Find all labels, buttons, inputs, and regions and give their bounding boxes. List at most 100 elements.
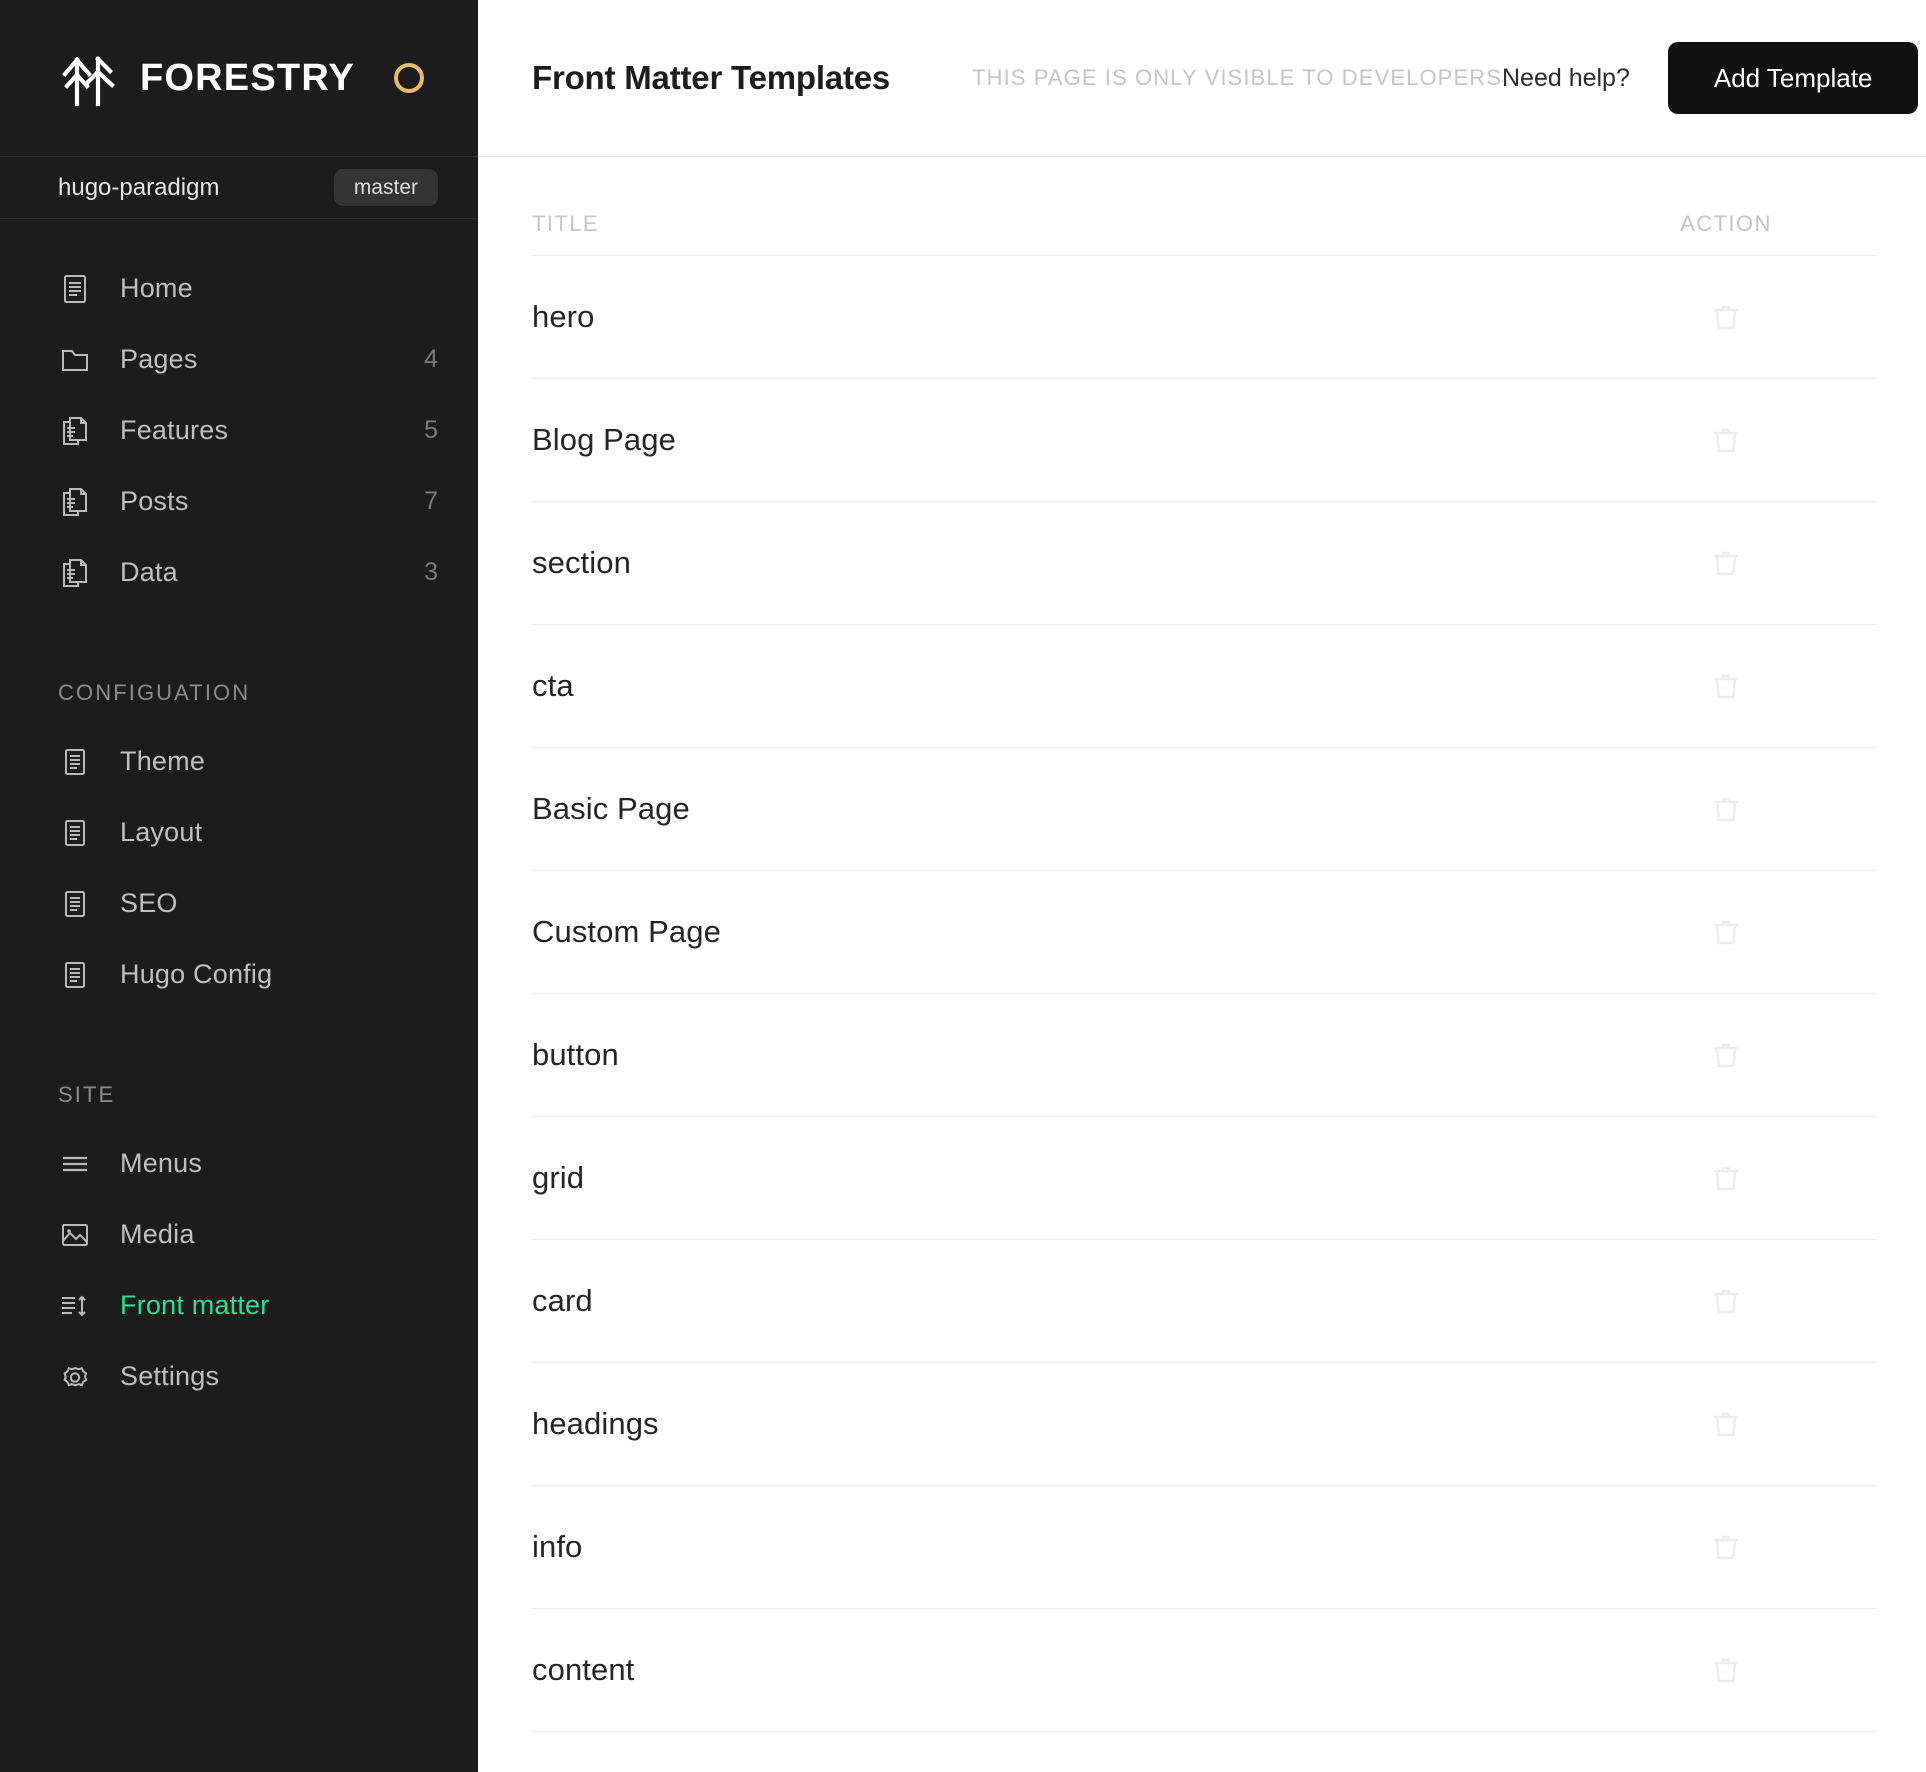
gear-icon bbox=[58, 1360, 92, 1394]
table-row[interactable]: hero bbox=[532, 255, 1876, 378]
brand-logo-link[interactable]: FORESTRY bbox=[58, 47, 392, 109]
table-row[interactable]: section bbox=[532, 501, 1876, 624]
template-title: section bbox=[532, 545, 631, 580]
sidebar-item-settings[interactable]: Settings bbox=[0, 1341, 478, 1412]
repo-name: hugo-paradigm bbox=[58, 173, 220, 201]
sidebar-item-label: Layout bbox=[120, 817, 203, 847]
sidebar-group-configuration-title: CONFIGUATION bbox=[58, 680, 251, 705]
sidebar-item-count: 7 bbox=[424, 487, 438, 515]
sidebar-item-label: Hugo Config bbox=[120, 959, 273, 989]
trash-icon[interactable] bbox=[1709, 915, 1743, 949]
table-row[interactable]: Custom Page bbox=[532, 870, 1876, 993]
template-title: button bbox=[532, 1037, 619, 1072]
main-content: Front Matter Templates THIS PAGE IS ONLY… bbox=[478, 0, 1926, 1772]
template-title: info bbox=[532, 1529, 583, 1564]
sidebar-item-label: Data bbox=[120, 557, 178, 587]
sidebar-item-front-matter[interactable]: Front matter bbox=[0, 1270, 478, 1341]
document-icon bbox=[58, 958, 92, 992]
page-title: Front Matter Templates bbox=[532, 59, 891, 96]
documents-stack-icon bbox=[58, 414, 92, 448]
sidebar-item-media[interactable]: Media bbox=[0, 1199, 478, 1270]
table-row[interactable]: cta bbox=[532, 624, 1876, 747]
row-actions bbox=[1576, 1530, 1876, 1564]
sidebar-item-count: 3 bbox=[424, 558, 438, 586]
sidebar-item-label: Front matter bbox=[120, 1290, 270, 1320]
forestry-tree-logo-icon bbox=[58, 47, 120, 109]
sidebar-item-label: Media bbox=[120, 1219, 195, 1249]
add-template-button[interactable]: Add Template bbox=[1667, 42, 1919, 114]
sidebar-item-theme[interactable]: Theme bbox=[0, 726, 478, 797]
row-actions bbox=[1576, 915, 1876, 949]
image-icon bbox=[58, 1218, 92, 1252]
table-row[interactable]: button bbox=[532, 993, 1876, 1116]
sidebar-item-hugo-config[interactable]: Hugo Config bbox=[0, 939, 478, 1010]
trash-icon[interactable] bbox=[1709, 1161, 1743, 1195]
table-row[interactable]: Basic Page bbox=[532, 747, 1876, 870]
template-title: hero bbox=[532, 299, 595, 334]
developer-notice: THIS PAGE IS ONLY VISIBLE TO DEVELOPERS bbox=[972, 65, 1502, 90]
column-header-title: TITLE bbox=[532, 211, 599, 236]
trash-icon[interactable] bbox=[1709, 423, 1743, 457]
row-actions bbox=[1576, 1653, 1876, 1687]
templates-table-container: TITLE ACTION hero Blog Page section cta … bbox=[478, 157, 1926, 1772]
repo-row[interactable]: hugo-paradigm master bbox=[0, 157, 478, 219]
table-row[interactable]: content bbox=[532, 1608, 1876, 1731]
sidebar-item-label: Menus bbox=[120, 1148, 203, 1178]
sidebar-item-label: Home bbox=[120, 273, 193, 303]
table-row-partial[interactable] bbox=[532, 1731, 1876, 1772]
sidebar-item-label: Pages bbox=[120, 344, 198, 374]
table-row[interactable]: grid bbox=[532, 1116, 1876, 1239]
sidebar-item-seo[interactable]: SEO bbox=[0, 868, 478, 939]
template-title: Blog Page bbox=[532, 422, 676, 457]
brand-header: FORESTRY bbox=[0, 0, 478, 157]
trash-icon[interactable] bbox=[1709, 300, 1743, 334]
trash-icon[interactable] bbox=[1709, 1530, 1743, 1564]
forestry-cms-app: FORESTRY hugo-paradigm master Home Pages… bbox=[0, 0, 1926, 1772]
sidebar-item-count: 5 bbox=[424, 416, 438, 444]
trash-icon[interactable] bbox=[1709, 1653, 1743, 1687]
trash-icon[interactable] bbox=[1709, 792, 1743, 826]
sync-status-circle-icon[interactable] bbox=[392, 61, 426, 95]
template-title: headings bbox=[532, 1406, 659, 1441]
folder-icon bbox=[58, 343, 92, 377]
column-header-action: ACTION bbox=[1680, 211, 1772, 236]
sort-list-icon bbox=[58, 1289, 92, 1323]
sidebar-item-pages[interactable]: Pages 4 bbox=[0, 324, 478, 395]
trash-icon[interactable] bbox=[1709, 546, 1743, 580]
sidebar-item-menus[interactable]: Menus bbox=[0, 1128, 478, 1199]
sidebar-item-label: SEO bbox=[120, 888, 178, 918]
document-icon bbox=[58, 272, 92, 306]
sidebar-item-label: Theme bbox=[120, 746, 206, 776]
table-header-row: TITLE ACTION bbox=[532, 157, 1876, 255]
table-row[interactable]: info bbox=[532, 1485, 1876, 1608]
sidebar-item-count: 4 bbox=[424, 345, 438, 373]
documents-stack-icon bbox=[58, 556, 92, 590]
row-actions bbox=[1576, 300, 1876, 334]
branch-badge[interactable]: master bbox=[333, 169, 438, 206]
template-title: Custom Page bbox=[532, 914, 721, 949]
table-row[interactable]: Blog Page bbox=[532, 378, 1876, 501]
table-row[interactable]: card bbox=[532, 1239, 1876, 1362]
table-row[interactable]: headings bbox=[532, 1362, 1876, 1485]
template-title: Basic Page bbox=[532, 791, 690, 826]
sidebar-item-home[interactable]: Home bbox=[0, 253, 478, 324]
sidebar-item-data[interactable]: Data 3 bbox=[0, 537, 478, 608]
sidebar-item-layout[interactable]: Layout bbox=[0, 797, 478, 868]
brand-name: FORESTRY bbox=[140, 56, 356, 99]
trash-icon[interactable] bbox=[1709, 669, 1743, 703]
trash-icon[interactable] bbox=[1709, 1038, 1743, 1072]
row-actions bbox=[1576, 1284, 1876, 1318]
trash-icon[interactable] bbox=[1709, 1407, 1743, 1441]
row-actions bbox=[1576, 1161, 1876, 1195]
sidebar-item-features[interactable]: Features 5 bbox=[0, 395, 478, 466]
row-actions bbox=[1576, 423, 1876, 457]
page-header: Front Matter Templates THIS PAGE IS ONLY… bbox=[478, 0, 1926, 157]
sidebar-item-posts[interactable]: Posts 7 bbox=[0, 466, 478, 537]
template-title: cta bbox=[532, 668, 574, 703]
need-help-link[interactable]: Need help? bbox=[1502, 64, 1630, 93]
primary-nav: Home Pages 4 Features 5 Posts 7 Data 3 C… bbox=[0, 219, 478, 1412]
template-title: card bbox=[532, 1283, 593, 1318]
row-actions bbox=[1576, 669, 1876, 703]
sidebar-item-label: Posts bbox=[120, 486, 189, 516]
trash-icon[interactable] bbox=[1709, 1284, 1743, 1318]
